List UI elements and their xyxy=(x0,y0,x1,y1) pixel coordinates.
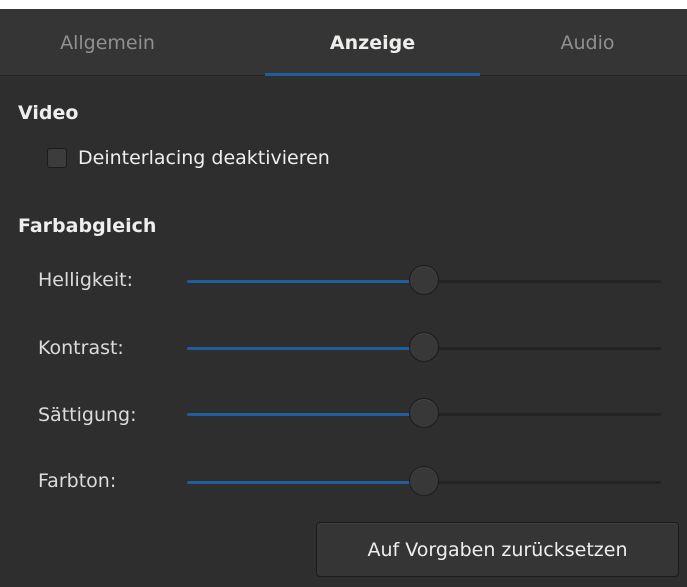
slider-fill xyxy=(187,413,424,416)
color-balance-section-title: Farbabgleich xyxy=(18,215,157,237)
slider-fill xyxy=(187,347,424,350)
tab-anzeige-label: Anzeige xyxy=(329,31,416,54)
tab-allgemein-label: Allgemein xyxy=(60,31,155,54)
slider-knob[interactable] xyxy=(409,466,439,496)
deinterlace-checkbox[interactable] xyxy=(47,148,67,168)
tab-allgemein[interactable]: Allgemein xyxy=(0,9,215,76)
slider-fill xyxy=(187,481,424,484)
deinterlace-label: Deinterlacing deaktivieren xyxy=(78,147,330,169)
preferences-panel: Allgemein Anzeige Audio Video Deinterlac… xyxy=(0,9,687,587)
saturation-label: Sättigung: xyxy=(38,404,137,426)
hue-slider[interactable] xyxy=(187,462,661,502)
slider-knob[interactable] xyxy=(409,398,439,428)
hue-label: Farbton: xyxy=(38,470,117,492)
deinterlace-option[interactable]: Deinterlacing deaktivieren xyxy=(47,144,330,172)
tab-anzeige[interactable]: Anzeige xyxy=(265,9,480,76)
saturation-slider[interactable] xyxy=(187,394,661,434)
slider-knob[interactable] xyxy=(409,265,439,295)
brightness-label: Helligkeit: xyxy=(38,269,134,291)
tab-bar: Allgemein Anzeige Audio xyxy=(0,9,687,76)
contrast-label: Kontrast: xyxy=(38,337,124,359)
active-tab-indicator xyxy=(265,73,480,76)
reset-defaults-button[interactable]: Auf Vorgaben zurücksetzen xyxy=(316,522,679,577)
tab-audio[interactable]: Audio xyxy=(480,9,687,76)
slider-fill xyxy=(187,280,424,283)
contrast-slider[interactable] xyxy=(187,328,661,368)
brightness-slider[interactable] xyxy=(187,261,661,301)
tab-audio-label: Audio xyxy=(560,31,615,54)
slider-knob[interactable] xyxy=(409,332,439,362)
video-section-title: Video xyxy=(18,102,79,124)
